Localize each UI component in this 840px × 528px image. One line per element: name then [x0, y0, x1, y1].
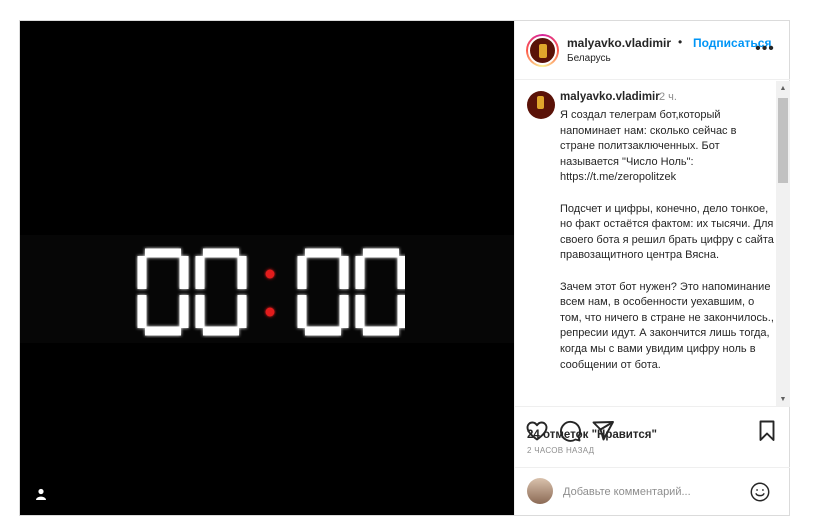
post-media[interactable]	[20, 21, 514, 515]
digital-clock-image	[135, 246, 405, 338]
likes-count[interactable]: 24 отметок "Нравится"	[527, 429, 657, 441]
comment-input[interactable]	[563, 484, 743, 500]
author-avatar[interactable]	[526, 34, 559, 67]
emoji-icon[interactable]	[749, 481, 771, 503]
add-comment-bar	[515, 467, 790, 515]
scroll-up-arrow-icon[interactable]: ▲	[776, 81, 790, 95]
viewer-avatar	[527, 478, 553, 504]
scroll-thumb[interactable]	[778, 98, 788, 183]
clock-colon-dot-1	[265, 269, 275, 279]
author-username[interactable]: malyavko.vladimir	[567, 36, 671, 50]
post-age[interactable]: 2 часов назад	[527, 446, 594, 455]
tagged-user-icon[interactable]	[30, 483, 52, 505]
post-card: malyavko.vladimir • Подписаться Беларусь…	[19, 20, 790, 516]
caption-text: Я создал телеграм бот,который напоминает…	[560, 109, 774, 371]
caption-scrollbar[interactable]: ▲ ▼	[776, 81, 790, 406]
caption-area: malyavko.vladimir 2 ч. Я создал телеграм…	[515, 81, 790, 406]
post-location[interactable]: Беларусь	[567, 53, 611, 64]
scroll-down-arrow-icon[interactable]: ▼	[776, 392, 790, 406]
bookmark-icon[interactable]	[755, 419, 779, 443]
caption-author-avatar[interactable]	[527, 91, 555, 119]
caption-author-username[interactable]: malyavko.vladimir	[560, 91, 660, 103]
more-options-icon[interactable]: •••	[755, 39, 775, 59]
post-header: malyavko.vladimir • Подписаться Беларусь…	[515, 21, 790, 80]
header-separator: •	[678, 35, 683, 49]
clock-colon-dot-2	[265, 307, 275, 317]
post-side-panel: malyavko.vladimir • Подписаться Беларусь…	[514, 21, 790, 515]
caption-timestamp[interactable]: 2 ч.	[659, 91, 677, 103]
